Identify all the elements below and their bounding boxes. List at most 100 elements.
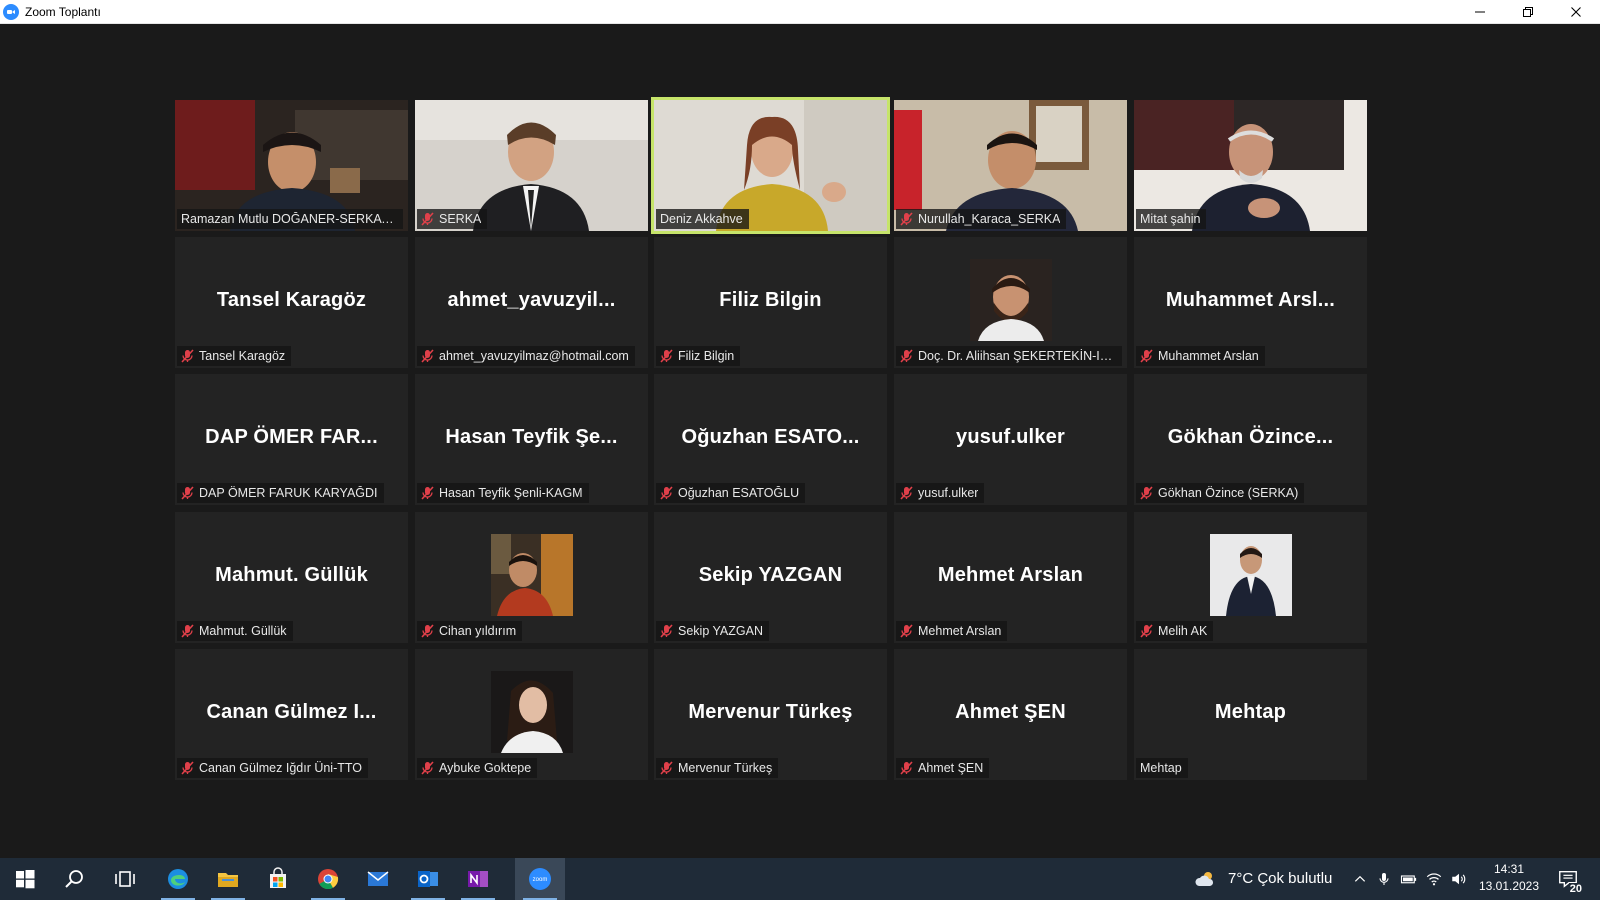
participant-tile[interactable]: Cihan yıldırım — [415, 512, 648, 643]
participant-tile[interactable]: Mervenur Türkeş Mervenur Türkeş — [654, 649, 887, 780]
task-view-button[interactable] — [100, 858, 150, 900]
participant-tile[interactable]: Filiz Bilgin Filiz Bilgin — [654, 237, 887, 368]
participant-name-text: Oğuzhan ESATOĞLU — [678, 486, 800, 500]
participant-name-label: Deniz Akkahve — [656, 209, 749, 229]
volume-tray-button[interactable] — [1447, 858, 1471, 900]
participant-display-name: Canan Gülmez I... — [206, 700, 377, 723]
microphone-tray-button[interactable] — [1372, 858, 1396, 900]
participant-name-text: Gökhan Özince (SERKA) — [1158, 486, 1299, 500]
participant-tile[interactable]: Ahmet ŞEN Ahmet ŞEN — [894, 649, 1127, 780]
mic-muted-icon — [421, 486, 434, 500]
zoom-icon-label: zoom — [533, 877, 548, 883]
participant-tile[interactable]: Doç. Dr. Aliihsan ŞEKERTEKİN-Iğdır... — [894, 237, 1127, 368]
chrome-icon — [318, 869, 339, 890]
participant-tile[interactable]: Aybuke Goktepe — [415, 649, 648, 780]
show-hidden-icons-button[interactable] — [1348, 858, 1372, 900]
participant-tile[interactable]: Ramazan Mutlu DOĞANER-SERKA Iğ... — [175, 100, 408, 231]
cloud-icon — [1195, 872, 1214, 886]
participant-display-name: Mehmet Arslan — [937, 563, 1084, 586]
mic-muted-icon — [421, 624, 434, 638]
store-taskbar-button[interactable] — [253, 858, 303, 900]
mail-taskbar-button[interactable] — [353, 858, 403, 900]
participant-display-name: ahmet_yavuzyil... — [447, 288, 616, 311]
meeting-view: Ramazan Mutlu DOĞANER-SERKA Iğ... SERKA De… — [0, 24, 1600, 858]
participant-tile[interactable]: Muhammet Arsl... Muhammet Arslan — [1134, 237, 1367, 368]
participant-tile[interactable]: Tansel Karagöz Tansel Karagöz — [175, 237, 408, 368]
participant-tile[interactable]: Mahmut. Güllük Mahmut. Güllük — [175, 512, 408, 643]
mic-muted-icon — [900, 212, 913, 226]
participant-name-label: DAP ÖMER FARUK KARYAĞDI — [177, 483, 384, 503]
participant-tile[interactable]: Oğuzhan ESATO... Oğuzhan ESATOĞLU — [654, 374, 887, 505]
microphone-icon — [1379, 873, 1389, 885]
participant-display-name: Mahmut. Güllük — [215, 563, 368, 586]
onenote-taskbar-button[interactable] — [453, 858, 503, 900]
close-icon — [1571, 7, 1581, 17]
participant-display-name: Tansel Karagöz — [216, 288, 367, 311]
participant-name-label: Mitat şahin — [1136, 209, 1207, 229]
battery-tray-button[interactable] — [1397, 858, 1421, 900]
chevron-up-icon — [1354, 875, 1366, 882]
participant-name-text: Nurullah_Karaca_SERKA — [918, 212, 1061, 226]
clock[interactable]: 14:31 13.01.2023 — [1472, 862, 1546, 893]
notification-center-button[interactable]: 20 — [1548, 858, 1588, 900]
taskbar-search-button[interactable] — [50, 858, 100, 900]
participant-name-label: Mervenur Türkeş — [656, 758, 779, 778]
restore-button[interactable] — [1504, 0, 1552, 24]
participant-display-name: yusuf.ulker — [956, 425, 1065, 448]
participant-name-label: yusuf.ulker — [896, 483, 985, 503]
speaker-icon — [1452, 873, 1466, 885]
weather-text[interactable]: 7°C Çok bulutlu — [1228, 870, 1332, 887]
participant-name-text: DAP ÖMER FARUK KARYAĞDI — [199, 486, 378, 500]
participant-tile[interactable]: yusuf.ulker yusuf.ulker — [894, 374, 1127, 505]
mic-muted-icon — [421, 761, 434, 775]
participant-tile[interactable]: SERKA — [415, 100, 648, 231]
mail-icon — [367, 871, 389, 886]
clock-date: 13.01.2023 — [1478, 879, 1540, 893]
participant-name-text: SERKA — [439, 212, 482, 226]
edge-taskbar-button[interactable] — [153, 858, 203, 900]
close-button[interactable] — [1552, 0, 1600, 24]
wifi-tray-button[interactable] — [1422, 858, 1446, 900]
participant-tile[interactable]: DAP ÖMER FAR... DAP ÖMER FARUK KARYAĞDI — [175, 374, 408, 505]
mic-muted-icon — [421, 349, 434, 363]
participant-name-text: Tansel Karagöz — [199, 349, 286, 363]
participant-name-text: Ramazan Mutlu DOĞANER-SERKA Iğ... — [181, 212, 397, 226]
mic-muted-icon — [660, 349, 673, 363]
participant-name-label: Mehmet Arslan — [896, 621, 1008, 641]
participant-tile[interactable]: ahmet_yavuzyil... ahmet_yavuzyilmaz@hotma… — [415, 237, 648, 368]
participant-tile[interactable]: Melih AK — [1134, 512, 1367, 643]
participant-tile[interactable]: Mehmet Arslan Mehmet Arslan — [894, 512, 1127, 643]
participant-tile[interactable]: Deniz Akkahve — [651, 97, 890, 234]
window-titlebar: Zoom Toplantı — [0, 0, 1600, 24]
participant-tile[interactable]: Mitat şahin — [1134, 100, 1367, 231]
mic-muted-icon — [1140, 486, 1153, 500]
participant-name-label: Tansel Karagöz — [177, 346, 292, 366]
participant-tile[interactable]: Mehtap Mehtap — [1134, 649, 1367, 780]
zoom-taskbar-button[interactable]: zoom — [515, 858, 565, 900]
battery-icon — [1400, 875, 1417, 884]
window-title: Zoom Toplantı — [25, 4, 101, 19]
mic-muted-icon — [900, 486, 913, 500]
weather-button[interactable] — [1185, 858, 1225, 900]
participant-tile[interactable]: Canan Gülmez I... Canan Gülmez Iğdır Üni-… — [175, 649, 408, 780]
participant-tile[interactable]: Hasan Teyfik Şe... Hasan Teyfik Şenli-KAG… — [415, 374, 648, 505]
participant-name-label: Oğuzhan ESATOĞLU — [656, 483, 806, 503]
participant-tile[interactable]: Sekip YAZGAN Sekip YAZGAN — [654, 512, 887, 643]
participant-tile[interactable]: Gökhan Özince... Gökhan Özince (SERKA) — [1134, 374, 1367, 505]
participant-tile[interactable]: Nurullah_Karaca_SERKA — [894, 100, 1127, 231]
chrome-taskbar-button[interactable] — [303, 858, 353, 900]
participant-profile-photo — [1209, 534, 1292, 616]
file-explorer-taskbar-button[interactable] — [203, 858, 253, 900]
minimize-button[interactable] — [1456, 0, 1504, 24]
participant-profile-photo — [969, 259, 1052, 341]
mic-muted-icon — [900, 624, 913, 638]
participant-name-label: Aybuke Goktepe — [417, 758, 538, 778]
participant-name-label: Melih AK — [1136, 621, 1214, 641]
start-button[interactable] — [0, 858, 50, 900]
participant-name-label: Nurullah_Karaca_SERKA — [896, 209, 1067, 229]
participant-display-name: DAP ÖMER FAR... — [205, 425, 378, 448]
outlook-taskbar-button[interactable] — [403, 858, 453, 900]
mic-muted-icon — [1140, 349, 1153, 363]
participant-name-text: yusuf.ulker — [918, 486, 979, 500]
participant-name-label: Hasan Teyfik Şenli-KAGM — [417, 483, 589, 503]
